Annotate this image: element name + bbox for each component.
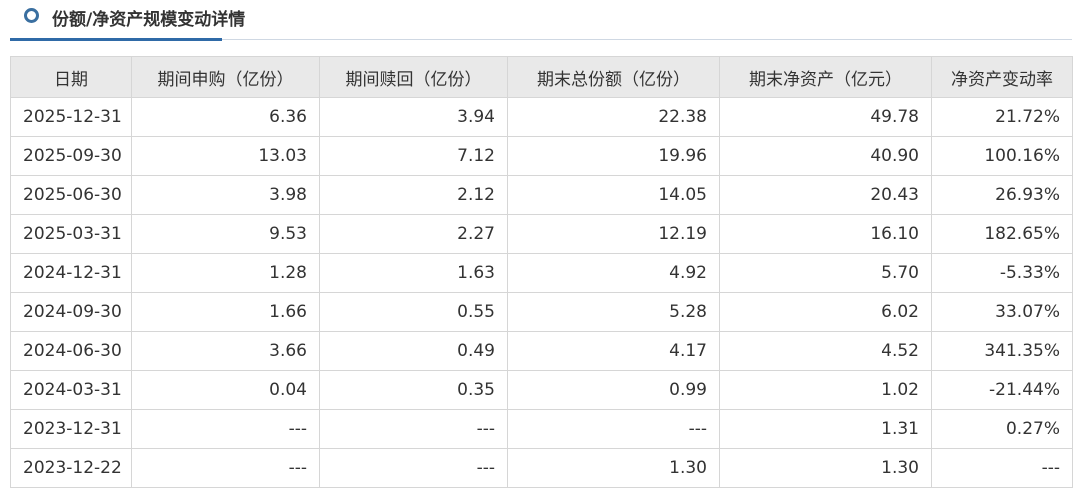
table-row: 2024-06-30 3.66 0.49 4.17 4.52 341.35% (10, 331, 1073, 371)
circle-bullet-icon (24, 8, 39, 23)
cell-date: 2025-06-30 (10, 175, 132, 215)
cell-change-rate: -21.44% (931, 370, 1073, 410)
table-row: 2024-12-31 1.28 1.63 4.92 5.70 -5.33% (10, 253, 1073, 293)
cell-subscribe: 13.03 (131, 136, 320, 176)
cell-redeem: 1.63 (319, 253, 508, 293)
cell-date: 2024-06-30 (10, 331, 132, 371)
cell-subscribe: 3.98 (131, 175, 320, 215)
cell-total-shares: --- (507, 409, 720, 449)
cell-subscribe: 3.66 (131, 331, 320, 371)
table-row: 2025-03-31 9.53 2.27 12.19 16.10 182.65% (10, 214, 1073, 254)
cell-redeem: 0.55 (319, 292, 508, 332)
cell-net-assets: 16.10 (719, 214, 932, 254)
column-header-date: 日期 (10, 56, 132, 98)
share-change-table: 日期 期间申购（亿份） 期间赎回（亿份） 期末总份额（亿份） 期末净资产（亿元）… (10, 56, 1073, 488)
cell-total-shares: 1.30 (507, 448, 720, 488)
cell-date: 2024-09-30 (10, 292, 132, 332)
cell-change-rate: 33.07% (931, 292, 1073, 332)
cell-date: 2025-03-31 (10, 214, 132, 254)
column-header-redeem: 期间赎回（亿份） (319, 56, 508, 98)
cell-change-rate: 0.27% (931, 409, 1073, 449)
column-header-total-shares: 期末总份额（亿份） (507, 56, 720, 98)
cell-net-assets: 6.02 (719, 292, 932, 332)
header-accent-bar (10, 38, 222, 41)
cell-net-assets: 20.43 (719, 175, 932, 215)
cell-net-assets: 1.31 (719, 409, 932, 449)
cell-date: 2025-09-30 (10, 136, 132, 176)
cell-total-shares: 4.17 (507, 331, 720, 371)
cell-subscribe: 1.28 (131, 253, 320, 293)
column-header-change-rate: 净资产变动率 (931, 56, 1073, 98)
table-row: 2025-12-31 6.36 3.94 22.38 49.78 21.72% (10, 97, 1073, 137)
cell-change-rate: --- (931, 448, 1073, 488)
cell-net-assets: 1.30 (719, 448, 932, 488)
table-header-row: 日期 期间申购（亿份） 期间赎回（亿份） 期末总份额（亿份） 期末净资产（亿元）… (10, 56, 1073, 98)
cell-subscribe: 0.04 (131, 370, 320, 410)
cell-redeem: --- (319, 448, 508, 488)
cell-total-shares: 22.38 (507, 97, 720, 137)
table-row: 2025-09-30 13.03 7.12 19.96 40.90 100.16… (10, 136, 1073, 176)
cell-subscribe: 6.36 (131, 97, 320, 137)
cell-total-shares: 14.05 (507, 175, 720, 215)
section-title: 份额/净资产规模变动详情 (52, 10, 246, 30)
cell-total-shares: 0.99 (507, 370, 720, 410)
table-row: 2023-12-22 --- --- 1.30 1.30 --- (10, 448, 1073, 488)
cell-redeem: 7.12 (319, 136, 508, 176)
cell-change-rate: 341.35% (931, 331, 1073, 371)
cell-redeem: 0.35 (319, 370, 508, 410)
cell-net-assets: 1.02 (719, 370, 932, 410)
cell-date: 2024-03-31 (10, 370, 132, 410)
cell-total-shares: 19.96 (507, 136, 720, 176)
section-header: 份额/净资产规模变动详情 (0, 0, 1080, 41)
column-header-subscribe: 期间申购（亿份） (131, 56, 320, 98)
column-header-net-assets: 期末净资产（亿元） (719, 56, 932, 98)
cell-subscribe: --- (131, 409, 320, 449)
cell-date: 2023-12-22 (10, 448, 132, 488)
cell-total-shares: 4.92 (507, 253, 720, 293)
cell-net-assets: 49.78 (719, 97, 932, 137)
cell-change-rate: 182.65% (931, 214, 1073, 254)
cell-total-shares: 12.19 (507, 214, 720, 254)
cell-redeem: 3.94 (319, 97, 508, 137)
cell-redeem: 2.27 (319, 214, 508, 254)
cell-date: 2024-12-31 (10, 253, 132, 293)
cell-net-assets: 5.70 (719, 253, 932, 293)
cell-redeem: --- (319, 409, 508, 449)
cell-net-assets: 40.90 (719, 136, 932, 176)
table-row: 2024-03-31 0.04 0.35 0.99 1.02 -21.44% (10, 370, 1073, 410)
cell-change-rate: 26.93% (931, 175, 1073, 215)
cell-subscribe: 9.53 (131, 214, 320, 254)
cell-change-rate: 21.72% (931, 97, 1073, 137)
cell-subscribe: 1.66 (131, 292, 320, 332)
table-row: 2024-09-30 1.66 0.55 5.28 6.02 33.07% (10, 292, 1073, 332)
cell-total-shares: 5.28 (507, 292, 720, 332)
cell-change-rate: 100.16% (931, 136, 1073, 176)
cell-redeem: 2.12 (319, 175, 508, 215)
cell-subscribe: --- (131, 448, 320, 488)
cell-redeem: 0.49 (319, 331, 508, 371)
table-row: 2025-06-30 3.98 2.12 14.05 20.43 26.93% (10, 175, 1073, 215)
cell-date: 2023-12-31 (10, 409, 132, 449)
cell-net-assets: 4.52 (719, 331, 932, 371)
cell-change-rate: -5.33% (931, 253, 1073, 293)
table-row: 2023-12-31 --- --- --- 1.31 0.27% (10, 409, 1073, 449)
cell-date: 2025-12-31 (10, 97, 132, 137)
